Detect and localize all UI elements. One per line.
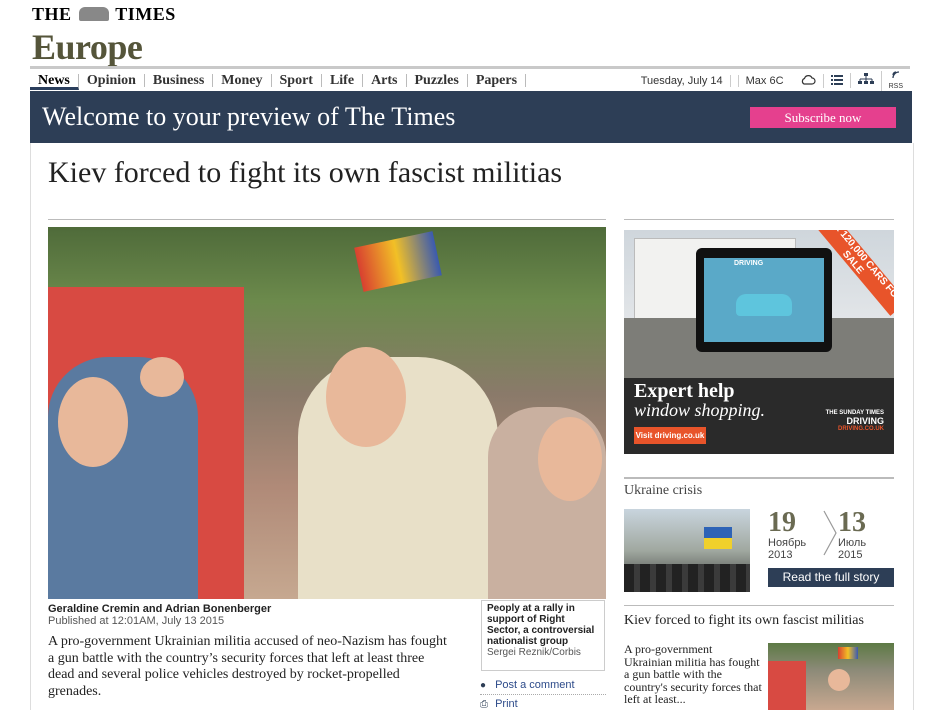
related-thumb-flag — [838, 647, 858, 659]
weather-text: Max 6C — [737, 74, 791, 87]
preview-banner: Welcome to your preview of The Times Sub… — [30, 91, 912, 143]
photo-caption-box: Peoply at a rally in support of Right Se… — [481, 600, 605, 671]
end-year: 2015 — [838, 549, 863, 561]
sitemap-button[interactable] — [849, 73, 881, 88]
ad-cta-button[interactable]: Visit driving.co.uk — [634, 427, 706, 444]
logo-word-left: THE — [32, 4, 72, 24]
date-display: Tuesday, July 14 — [640, 74, 723, 87]
nav-item-papers[interactable]: Papers — [468, 74, 527, 88]
read-full-story-button[interactable]: Read the full story — [768, 568, 894, 587]
nav-item-news[interactable]: News — [30, 73, 79, 90]
end-month: Июль — [838, 537, 867, 549]
edition-title: Europe — [32, 27, 143, 67]
main-navigation: News Opinion Business Money Sport Life A… — [30, 66, 910, 93]
related-thumb-tent — [768, 661, 806, 710]
weather-display: Max 6C — [729, 74, 823, 87]
nav-item-business[interactable]: Business — [145, 74, 214, 88]
article-byline[interactable]: Geraldine Cremin and Adrian Bonenberger — [48, 603, 271, 615]
end-day: 13 — [838, 507, 866, 538]
related-thumb-face — [828, 669, 850, 691]
ukraine-section-divider — [624, 477, 894, 479]
times-logo[interactable]: THE TIMES — [32, 4, 176, 25]
rss-button[interactable]: RSS — [880, 70, 910, 91]
start-month: Ноябрь — [768, 537, 807, 549]
sitemap-icon — [857, 73, 874, 84]
subscribe-button[interactable]: Subscribe now — [750, 107, 896, 128]
photo-face-left — [58, 377, 128, 467]
nav-item-arts[interactable]: Arts — [363, 74, 407, 88]
photo-face-center — [326, 347, 406, 447]
ukraine-section-title[interactable]: Ukraine crisis — [624, 483, 702, 499]
photo-flag — [354, 231, 442, 292]
driving-advert[interactable]: DRIVING OVER 120,000 CARS FOR SALE Exper… — [624, 230, 894, 454]
ad-brand-name: DRIVING — [846, 416, 884, 426]
photo-fist — [140, 357, 184, 397]
photo-credit: Sergei Reznik/Corbis — [487, 647, 581, 658]
headline-divider — [48, 219, 606, 220]
nav-item-life[interactable]: Life — [322, 74, 364, 88]
post-comment-link[interactable]: ● Post a comment — [480, 679, 575, 691]
ad-tablet-label: DRIVING — [734, 260, 764, 267]
nav-item-opinion[interactable]: Opinion — [79, 74, 145, 88]
nav-item-puzzles[interactable]: Puzzles — [407, 74, 468, 88]
list-icon — [830, 74, 843, 85]
start-day: 19 — [768, 507, 796, 538]
thumb-ukraine-flag — [704, 527, 732, 549]
preview-banner-text: Welcome to your preview of The Times — [42, 102, 456, 131]
ad-headline-2: window shopping. — [634, 400, 766, 420]
rss-icon — [892, 70, 899, 78]
ad-brand: THE SUNDAY TIMES DRIVING DRIVING.CO.UK — [826, 410, 884, 432]
logo-word-right: TIMES — [115, 4, 176, 24]
article-photo — [48, 227, 606, 599]
ukraine-crisis-thumbnail[interactable] — [624, 509, 750, 592]
timeline-start-date: 19 Ноябрь 2013 — [768, 507, 807, 562]
thumb-tyre-barricade — [624, 564, 750, 592]
article-published: Published at 12:01AM, July 13 2015 — [48, 615, 225, 627]
comment-icon: ● — [480, 680, 487, 691]
sidebar-top-divider — [624, 219, 894, 220]
start-year: 2013 — [768, 549, 793, 561]
timeline-end-date: 13 Июль 2015 — [838, 507, 867, 562]
related-thumbnail[interactable] — [768, 643, 894, 710]
nav-item-sport[interactable]: Sport — [272, 74, 322, 88]
rss-label: RSS — [888, 82, 903, 90]
article-headline: Kiev forced to fight its own fascist mil… — [48, 156, 563, 189]
nav-utilities: Tuesday, July 14 Max 6C RSS — [634, 70, 910, 91]
tools-divider — [480, 694, 606, 695]
printer-icon: ⎙ — [480, 699, 488, 710]
cloud-icon — [801, 74, 816, 85]
print-link[interactable]: ⎙ Print — [480, 698, 518, 710]
related-lede: A pro-government Ukrainian militia has f… — [624, 642, 762, 706]
related-headline[interactable]: Kiev forced to fight its own fascist mil… — [624, 613, 864, 629]
photo-caption: Peoply at a rally in support of Right Se… — [487, 603, 595, 647]
print-label: Print — [495, 698, 518, 710]
photo-face-right — [538, 417, 602, 501]
list-view-button[interactable] — [822, 73, 850, 88]
article-lede: A pro-government Ukrainian militia accus… — [48, 634, 447, 699]
ad-car — [736, 294, 792, 316]
ad-url: DRIVING.CO.UK — [837, 426, 884, 432]
nav-item-money[interactable]: Money — [213, 74, 272, 88]
royal-crest-icon — [78, 7, 109, 21]
post-comment-label: Post a comment — [495, 679, 575, 691]
related-divider — [624, 605, 894, 606]
